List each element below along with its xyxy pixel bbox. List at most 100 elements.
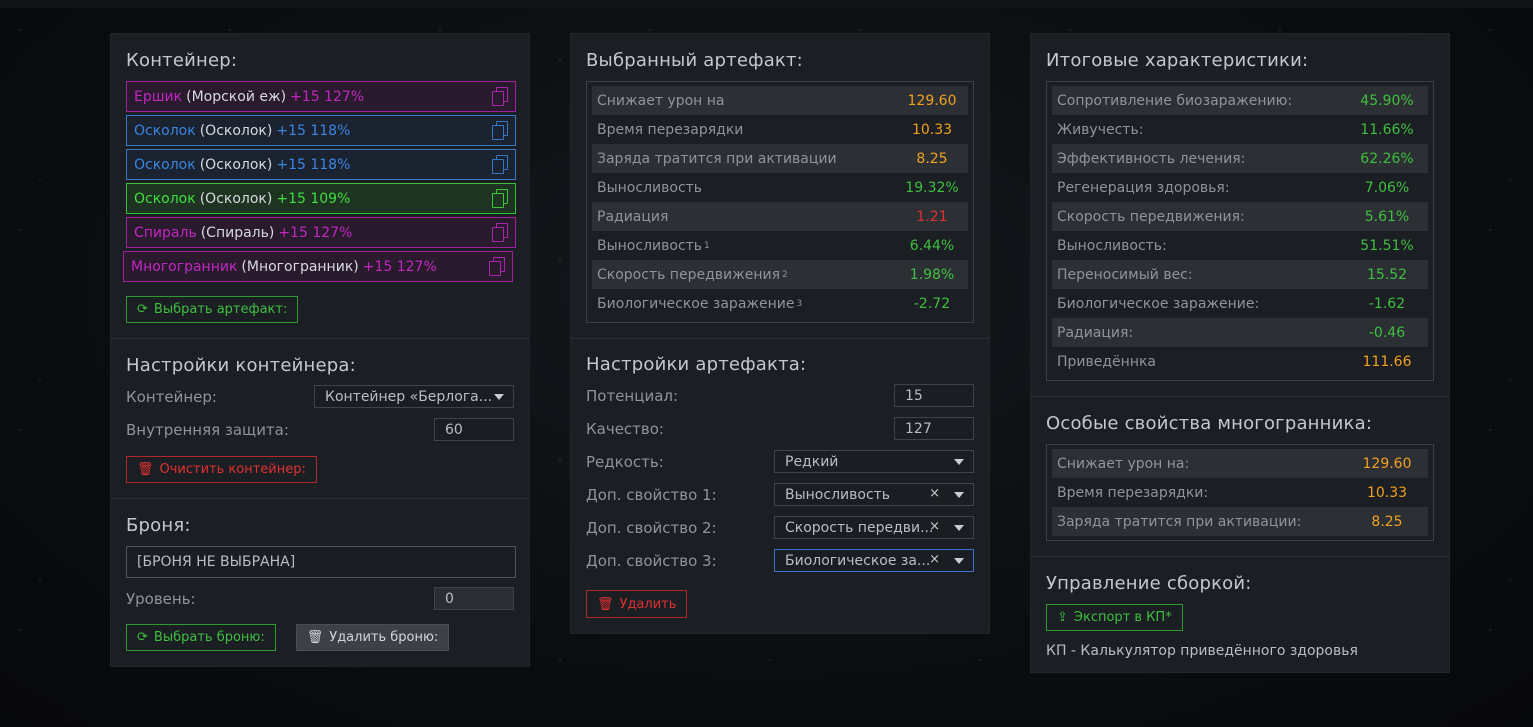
stat-value: 129.60 (907, 92, 957, 109)
artifact-level: +15 118% (276, 122, 351, 139)
stat-row: Радиация: -0.46 (1052, 318, 1428, 347)
artifact-level: +15 127% (278, 224, 353, 241)
artifact-settings-title: Настройки артефакта: (586, 354, 807, 375)
clear-container-label: Очистить контейнер: (159, 462, 306, 477)
stat-value: 7.06% (1364, 179, 1410, 196)
copy-icon[interactable] (492, 223, 508, 242)
stat-label: Переносимый вес: (1057, 266, 1193, 283)
stat-value: 62.26% (1360, 150, 1414, 167)
prop3-row: Доп. свойство 3: Биологическое за... × (586, 544, 974, 577)
export-label: Экспорт в КП* (1073, 610, 1172, 625)
artifact-settings-section: Настройки артефакта: Потенциал: 15 Качес… (571, 339, 989, 633)
container-settings-title: Настройки контейнера: (126, 355, 356, 376)
clear-container-button[interactable]: 🗑 Очистить контейнер: (126, 456, 317, 483)
prop1-select[interactable]: Выносливость × (774, 483, 974, 506)
artifact-item[interactable]: Многогранник (Многогранник) +15 127% (123, 251, 513, 282)
choose-artifact-button[interactable]: ⟳ Выбрать артефакт: (126, 296, 299, 323)
choose-armor-button[interactable]: ⟳ Выбрать броню: (126, 624, 276, 651)
artifact-name: Многогранник (131, 258, 238, 275)
quality-input[interactable]: 127 (894, 417, 974, 440)
armor-section: Броня: [БРОНЯ НЕ ВЫБРАНА] Уровень: 0 ⟳ В… (111, 499, 529, 666)
stat-footnote: 2 (782, 269, 788, 280)
stat-row: Биологическое заражение: -1.62 (1052, 289, 1428, 318)
clear-icon[interactable]: × (929, 519, 940, 534)
potential-label: Потенциал: (586, 386, 679, 405)
stat-label: Эффективность лечения: (1057, 150, 1246, 167)
stat-value: 1.21 (916, 208, 948, 225)
armor-field[interactable]: [БРОНЯ НЕ ВЫБРАНА] (126, 546, 516, 578)
stat-value: 8.25 (1371, 513, 1403, 530)
container-select[interactable]: Контейнер «Берлога... (314, 385, 514, 408)
prop3-label: Доп. свойство 3: (586, 551, 717, 570)
artifact-name: Осколок (134, 122, 196, 139)
artifact-level: +15 109% (276, 190, 351, 207)
stat-value: 5.61% (1364, 208, 1410, 225)
protection-row: Внутренняя защита: 60 (126, 413, 514, 446)
selected-artifact-title: Выбранный артефакт: (586, 50, 803, 71)
container-select-value: Контейнер «Берлога... (325, 388, 493, 405)
stat-label: Приведённка (1057, 353, 1157, 370)
potential-input[interactable]: 15 (894, 384, 974, 407)
artifact-base: (Осколок) (199, 122, 273, 139)
artifact-item[interactable]: Осколок (Осколок) +15 118% (126, 149, 516, 180)
stat-label: Сопротивление биозаражению: (1057, 92, 1293, 109)
stat-footnote: 1 (704, 240, 710, 251)
chevron-down-icon (954, 459, 964, 465)
protection-input[interactable]: 60 (434, 418, 514, 441)
delete-armor-button[interactable]: 🗑 Удалить броню: (295, 624, 450, 651)
copy-icon[interactable] (492, 87, 508, 106)
stat-row: Скорость передвижения 2 1.98% (592, 260, 968, 289)
stat-value: 6.44% (909, 237, 955, 254)
delete-artifact-button[interactable]: 🗑 Удалить (586, 590, 688, 618)
stat-label: Заряда тратится при активации (597, 150, 837, 167)
stat-label: Живучесть: (1057, 121, 1144, 138)
stat-value: 8.25 (916, 150, 948, 167)
stat-value: 10.33 (1366, 484, 1408, 501)
chevron-down-icon (954, 492, 964, 498)
prop1-select-value: Выносливость (785, 486, 891, 503)
prop2-select-value: Скорость передви... (785, 519, 934, 536)
rarity-select[interactable]: Редкий (774, 450, 974, 473)
stat-label: Скорость передвижения: (1057, 208, 1245, 225)
artifact-item[interactable]: Ершик (Морской еж) +15 127% (126, 81, 516, 112)
prop2-select[interactable]: Скорость передви... × (774, 516, 974, 539)
stat-row: Выносливость: 51.51% (1052, 231, 1428, 260)
prop3-select[interactable]: Биологическое за... × (774, 549, 974, 572)
selected-artifact-section: Выбранный артефакт: Снижает урон на 129.6… (571, 34, 989, 339)
artifact-item[interactable]: Осколок (Осколок) +15 118% (126, 115, 516, 146)
container-title: Контейнер: (126, 50, 238, 71)
trash-icon: 🗑 (306, 630, 324, 645)
artifact-item[interactable]: Спираль (Спираль) +15 127% (126, 217, 516, 248)
stat-value: 10.33 (911, 121, 953, 138)
export-button[interactable]: ⇪ Экспорт в КП* (1046, 604, 1183, 631)
stat-value: 45.90% (1360, 92, 1414, 109)
stat-row: Снижает урон на: 129.60 (1052, 449, 1428, 478)
stat-row: Выносливость 1 6.44% (592, 231, 968, 260)
artifact-list: Ершик (Морской еж) +15 127% Осколок (Осколок… (123, 81, 516, 282)
stat-footnote: 3 (796, 298, 803, 309)
prop2-row: Доп. свойство 2: Скорость передви... × (586, 511, 974, 544)
trash-icon: 🗑 (137, 462, 154, 477)
top-bar (0, 0, 1533, 8)
delete-artifact-label: Удалить (619, 596, 677, 612)
stat-value: 15.52 (1366, 266, 1408, 283)
copy-icon[interactable] (489, 257, 505, 276)
copy-icon[interactable] (492, 155, 508, 174)
artifact-name: Осколок (134, 156, 196, 173)
armor-title: Броня: (126, 515, 191, 536)
stat-row: Регенерация здоровья: 7.06% (1052, 173, 1428, 202)
clear-icon[interactable]: × (929, 486, 940, 501)
armor-level-input[interactable]: 0 (434, 587, 514, 610)
stat-label: Радиация (597, 208, 669, 225)
copy-icon[interactable] (492, 189, 508, 208)
artifact-item[interactable]: Осколок (Осколок) +15 109% (126, 183, 516, 214)
clear-icon[interactable]: × (929, 552, 940, 567)
stat-label: Выносливость (597, 237, 703, 254)
totals-title: Итоговые характеристики: (1046, 50, 1309, 71)
delete-armor-label: Удалить броню: (329, 630, 439, 645)
stat-row: Выносливость 19.32% (592, 173, 968, 202)
armor-level-label: Уровень: (126, 589, 196, 608)
copy-icon[interactable] (492, 121, 508, 140)
totals-section: Итоговые характеристики: Сопротивление б… (1031, 34, 1449, 397)
stat-label: Биологическое заражение: (1057, 295, 1260, 312)
